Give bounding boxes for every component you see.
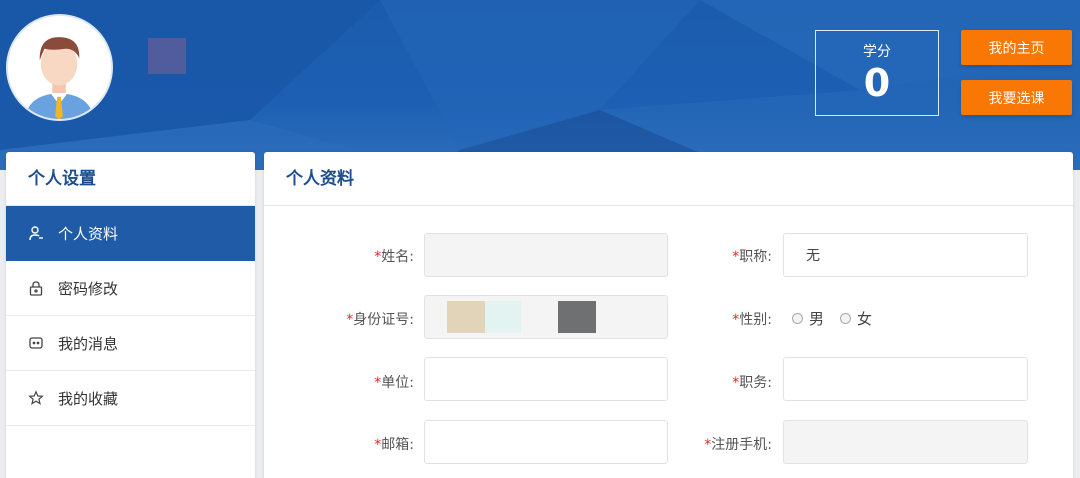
sidebar-item-label: 我的消息 <box>58 334 119 353</box>
credit-value: 0 <box>863 61 891 105</box>
registered-phone-field[interactable] <box>783 420 1028 464</box>
user-avatar-icon <box>8 16 111 119</box>
sidebar-item-messages[interactable]: 我的消息 <box>6 316 255 371</box>
radio-button-icon <box>840 313 852 324</box>
profile-banner: 学分 0 我的主页 我要选课 <box>0 0 1080 170</box>
sidebar-item-profile[interactable]: 个人资料 <box>6 206 255 261</box>
redaction-block <box>558 301 596 333</box>
sidebar-item-label: 密码修改 <box>58 279 119 298</box>
credit-label: 学分 <box>863 44 891 60</box>
username-placeholder <box>148 38 186 74</box>
title-label: *职称: <box>732 249 772 265</box>
redaction-block <box>485 301 521 333</box>
sidebar-title: 个人设置 <box>6 152 255 206</box>
my-home-button[interactable]: 我的主页 <box>961 30 1072 65</box>
message-icon <box>28 335 44 351</box>
credit-box: 学分 0 <box>815 30 939 116</box>
id-card-label: *身份证号: <box>346 312 414 328</box>
avatar[interactable] <box>6 14 113 121</box>
gender-label: *性别: <box>732 312 772 328</box>
select-course-button[interactable]: 我要选课 <box>961 80 1072 115</box>
lock-icon <box>28 280 44 296</box>
redaction-block <box>447 301 485 333</box>
sidebar-item-label: 我的收藏 <box>58 389 119 408</box>
settings-sidebar: 个人设置 个人资料 密码修改 我的消息 我的收藏 <box>6 152 255 478</box>
job-title-field[interactable]: 无 <box>783 233 1028 277</box>
email-label: *邮箱: <box>374 437 414 453</box>
radio-button-icon <box>792 313 803 324</box>
position-field[interactable] <box>783 357 1028 401</box>
user-icon <box>28 225 44 241</box>
unit-label: *单位: <box>374 375 414 391</box>
gender-radio-group: 男 女 <box>792 308 888 329</box>
sidebar-item-label: 个人资料 <box>58 224 119 243</box>
gender-female-radio[interactable]: 女 <box>840 308 872 329</box>
redaction-block <box>521 301 557 333</box>
sidebar-item-password[interactable]: 密码修改 <box>6 261 255 316</box>
gender-male-radio[interactable]: 男 <box>792 308 824 329</box>
star-icon <box>28 390 44 406</box>
panel-title: 个人资料 <box>264 152 1073 206</box>
name-label: *姓名: <box>374 249 414 265</box>
profile-panel: 个人资料 *姓名: *职称: 无 *身份证号: *性别: 男 女 *单位: *职… <box>264 152 1073 478</box>
sidebar-item-favorites[interactable]: 我的收藏 <box>6 371 255 426</box>
phone-label: *注册手机: <box>704 437 772 453</box>
position-label: *职务: <box>732 375 772 391</box>
